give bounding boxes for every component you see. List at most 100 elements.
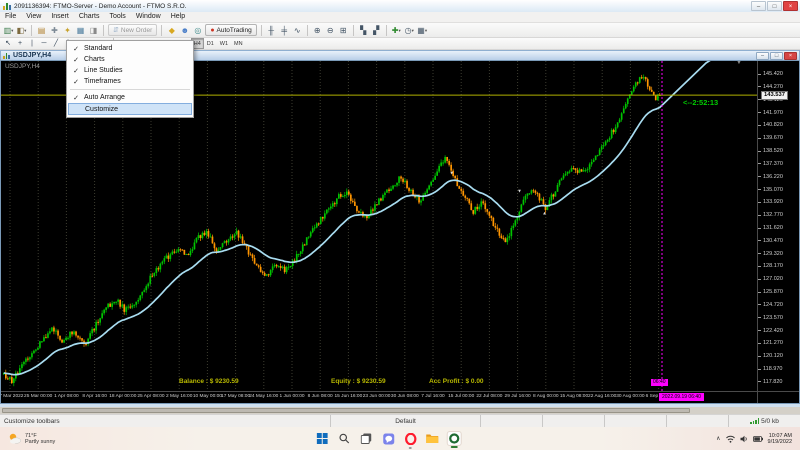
weather-widget[interactable]: 71°F Partly sunny (0, 432, 55, 445)
menu-tools[interactable]: Tools (104, 12, 130, 22)
price-tick: 129.320 (763, 251, 783, 257)
menu-item-charts[interactable]: ✓Charts (68, 54, 192, 65)
tile-windows-button[interactable]: ⊞ (337, 24, 350, 37)
timeframe-w1[interactable]: W1 (217, 38, 231, 49)
data-window-button[interactable]: ✚ (48, 24, 61, 37)
cell-1[interactable] (480, 415, 542, 427)
chart-icon (3, 52, 10, 59)
task-view-button[interactable] (359, 431, 374, 446)
timeframe-mn[interactable]: MN (231, 38, 246, 49)
time-tick: 22 Jul 08:00 (476, 394, 502, 399)
menu-insert[interactable]: Insert (46, 12, 74, 22)
wifi-icon[interactable] (726, 435, 735, 443)
bar-chart-button[interactable]: ╫ (265, 24, 278, 37)
price-tick: 136.220 (763, 174, 783, 180)
taskbar-clock[interactable]: 10:07 AM 9/19/2022 (768, 433, 792, 445)
zoom-out-button[interactable]: ⊖ (324, 24, 337, 37)
dropdown-caret-icon: ▾ (24, 24, 26, 37)
menu-item-timeframes[interactable]: ✓Timeframes (68, 76, 192, 87)
file-explorer-button[interactable] (425, 431, 440, 446)
volume-icon[interactable] (740, 435, 748, 443)
price-axis[interactable]: 145.420144.270143.120141.970140.820139.6… (757, 61, 799, 391)
close-button[interactable]: × (783, 1, 798, 11)
svg-text:▾: ▾ (518, 188, 521, 194)
menu-file[interactable]: File (0, 12, 21, 22)
templates-icon: ▦ (417, 24, 425, 37)
trendline-tool-button[interactable]: ╱ (50, 39, 62, 49)
time-tick: 7 Jul 16:00 (421, 394, 444, 399)
new-chart-icon: ▥ (4, 24, 12, 37)
price-tick: 141.970 (763, 110, 783, 116)
line-chart-button[interactable]: ∿ (291, 24, 304, 37)
chart-close-button[interactable]: × (784, 52, 797, 60)
indicators-button[interactable]: ✚▾ (390, 24, 403, 37)
market-button[interactable]: ◎ (191, 24, 204, 37)
menu-item-standard[interactable]: ✓Standard (68, 43, 192, 54)
autotrading-button[interactable]: ●AutoTrading (205, 24, 256, 36)
menu-item-line-studies[interactable]: ✓Line Studies (68, 65, 192, 76)
cell-2[interactable] (542, 415, 604, 427)
cascade-button[interactable]: ▞ (370, 24, 383, 37)
maximize-button[interactable]: □ (767, 1, 782, 11)
metaeditor-button[interactable]: ◆ (165, 24, 178, 37)
toolbars-context-menu: ✓Standard✓Charts✓Line Studies✓Timeframes… (66, 40, 194, 118)
window-title: 2091136394: FTMO-Server - Demo Account -… (14, 3, 187, 10)
menu-item-label: Customize (85, 106, 118, 113)
time-axis[interactable]: 17 Mar 202225 Mar 00:001 Apr 08:008 Apr … (1, 391, 757, 403)
chart-restore-button[interactable]: □ (770, 52, 783, 60)
zoom-in-button[interactable]: ⊕ (311, 24, 324, 37)
templates-button[interactable]: ▦▾ (416, 24, 429, 37)
auto-arrange-button[interactable]: ▚ (357, 24, 370, 37)
market-watch-button[interactable]: ▤ (35, 24, 48, 37)
cell-4[interactable] (666, 415, 728, 427)
metaeditor-icon: ◆ (169, 24, 175, 37)
opera-button[interactable] (403, 431, 418, 446)
price-tick: 121.270 (763, 340, 783, 346)
profiles-button[interactable]: ◧▾ (15, 24, 28, 37)
search-button[interactable] (337, 431, 352, 446)
terminal-button[interactable]: ▦ (74, 24, 87, 37)
dropdown-caret-icon: ▾ (412, 24, 414, 37)
strategy-tester-button[interactable]: ◨ (87, 24, 100, 37)
menu-item-auto-arrange[interactable]: ✓Auto Arrange (68, 92, 192, 103)
periods-button[interactable]: ◷▾ (403, 24, 416, 37)
chart-horizontal-scrollbar[interactable] (0, 407, 800, 414)
new-order-button[interactable]: ⇵New Order (108, 24, 157, 36)
crosshair-tool-button[interactable]: + (14, 39, 26, 49)
chat-button[interactable] (381, 431, 396, 446)
chat-button[interactable]: ☻ (178, 24, 191, 37)
candle-chart-button[interactable]: ╪ (278, 24, 291, 37)
menu-item-customize[interactable]: Customize (68, 103, 192, 115)
navigator-button[interactable]: ✦ (61, 24, 74, 37)
menu-item-label: Line Studies (84, 67, 123, 74)
chart-shift-marker[interactable]: ▼ (736, 61, 742, 66)
traffic-cell[interactable]: 5/0 kb (728, 415, 800, 427)
menu-charts[interactable]: Charts (74, 12, 105, 22)
start-button[interactable] (315, 431, 330, 446)
cell-3[interactable] (604, 415, 666, 427)
new-chart-button[interactable]: ▥▾ (2, 24, 15, 37)
menu-view[interactable]: View (21, 12, 46, 22)
timeframe-d1[interactable]: D1 (204, 38, 217, 49)
vertical-line-tool-button[interactable]: ∣ (26, 39, 38, 49)
profile-cell[interactable]: Default (330, 415, 480, 427)
horizontal-line-tool-button[interactable]: ─ (38, 39, 50, 49)
scrollbar-thumb[interactable] (2, 408, 690, 413)
menu-help[interactable]: Help (166, 12, 190, 22)
acc-profit-label: Acc Profit : $ 0.00 (429, 378, 484, 385)
connection-bars-icon (750, 418, 759, 424)
cursor-tool-button[interactable]: ↖ (2, 39, 14, 49)
chart-minimize-button[interactable]: – (756, 52, 769, 60)
tile-windows-icon: ⊞ (340, 24, 347, 37)
dropdown-caret-icon: ▾ (11, 24, 13, 37)
bar-chart-icon: ╫ (268, 24, 274, 37)
battery-icon[interactable] (753, 436, 763, 442)
candle-chart-icon: ╪ (281, 24, 287, 37)
minimize-button[interactable]: – (751, 1, 766, 11)
tray-chevron-icon[interactable]: ∧ (716, 435, 720, 442)
menu-window[interactable]: Window (131, 12, 166, 22)
metatrader-taskbar-button[interactable] (447, 431, 462, 446)
time-tick: 18 Apr 00:00 (109, 394, 136, 399)
status-tip: Customize toolbars (0, 415, 330, 427)
toolbar-separator (31, 25, 32, 36)
